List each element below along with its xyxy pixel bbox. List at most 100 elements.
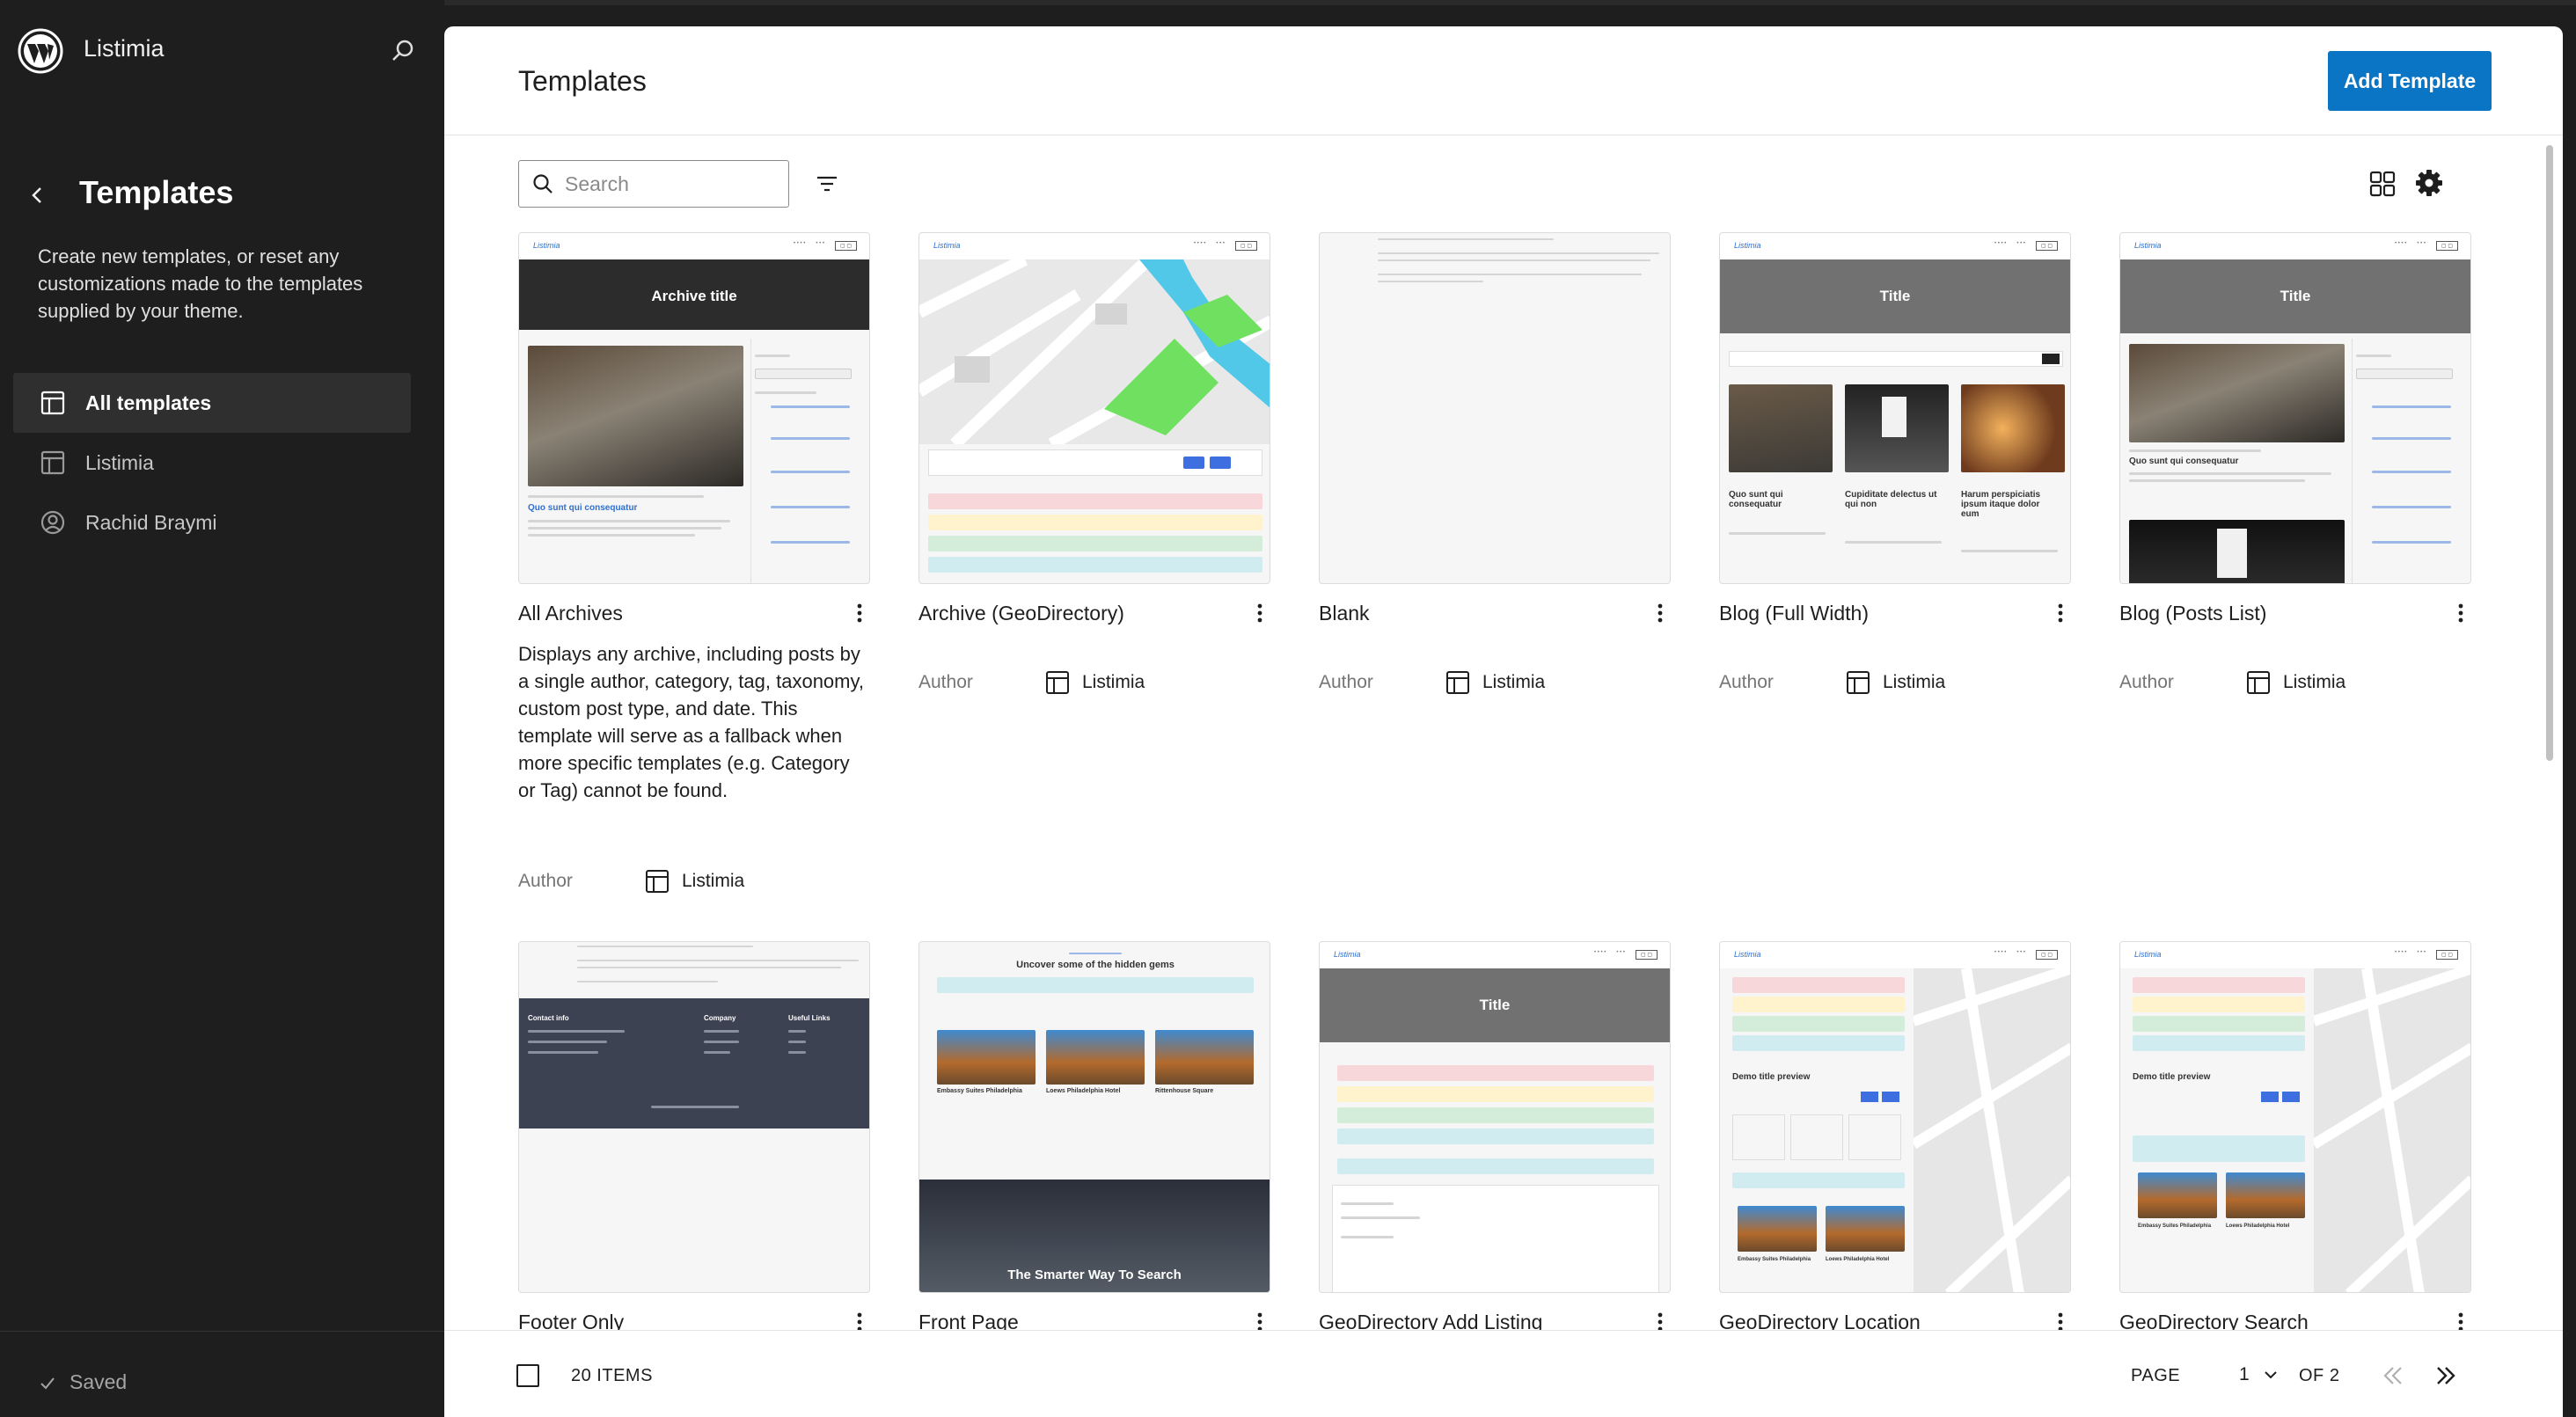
theme-name: Listimia (2283, 672, 2346, 692)
author-label: Author (1719, 672, 1774, 692)
author-label: Author (1319, 672, 1373, 692)
page-header: Templates Add Template (444, 26, 2563, 135)
user-circle-icon (40, 510, 65, 535)
site-name[interactable]: Listimia (84, 35, 165, 62)
author-theme: Listimia (2246, 670, 2345, 695)
preview-photo (528, 346, 743, 486)
author-label: Author (518, 871, 573, 891)
sidebar: Listimia Templates Create new templates,… (0, 0, 444, 1417)
pagination-bar: 20 ITEMS PAGE 1 OF 2 (444, 1330, 2563, 1417)
preview-nav: Listimia • • • • • • • ▢ ▢ (1720, 942, 2070, 968)
template-preview[interactable]: Contact info Company Useful Links (518, 941, 870, 1293)
preview-logo: Listimia (1334, 950, 1361, 959)
gear-icon[interactable] (2413, 167, 2445, 199)
preview-nav: Listimia • • • • • • • ▢ ▢ (1720, 233, 2070, 259)
sidebar-item-all-templates[interactable]: All templates (13, 373, 411, 433)
search-icon[interactable] (387, 35, 419, 67)
sidebar-item-rachid-braymi[interactable]: Rachid Braymi (13, 493, 411, 552)
theme-name: Listimia (1082, 672, 1145, 692)
layout-icon (1847, 671, 1870, 694)
template-preview[interactable]: Listimia • • • • • • • ▢ ▢ Title Quo sunt … (1719, 232, 2071, 584)
preview-logo: Listimia (2134, 950, 2162, 959)
theme-name: Listimia (1482, 672, 1546, 692)
layout-icon (40, 450, 65, 475)
template-title[interactable]: All Archives (518, 602, 623, 625)
filter-icon[interactable] (812, 169, 842, 199)
page-select[interactable]: 1 (2239, 1364, 2278, 1385)
select-all-checkbox[interactable] (516, 1364, 539, 1387)
grid-view-icon[interactable] (2367, 169, 2397, 199)
page-label: PAGE (2131, 1366, 2181, 1385)
author-label: Author (2119, 672, 2174, 692)
saved-status: Saved (38, 1370, 127, 1394)
map-preview (1914, 968, 2070, 1292)
template-preview[interactable]: Listimia • • • • • • • ▢ ▢ Demo title prev… (1719, 941, 2071, 1293)
preview-nav: Listimia • • • • • • • ▢ ▢ (1320, 942, 1670, 968)
preview-hero-title: Archive title (651, 288, 737, 304)
layout-icon (2247, 671, 2270, 694)
check-icon (40, 1377, 55, 1389)
template-preview[interactable]: Listimia • • • • • • • ▢ ▢ Archive title Q… (518, 232, 870, 584)
preview-nav: Listimia • • • • • • • ▢ ▢ (2120, 233, 2470, 259)
search-input[interactable] (565, 172, 776, 196)
template-preview[interactable] (1319, 232, 1671, 584)
sidebar-item-label: Listimia (85, 450, 154, 474)
author-theme: Listimia (1445, 670, 1545, 695)
wordpress-logo-icon[interactable] (18, 28, 63, 74)
layout-icon (1446, 671, 1469, 694)
sidebar-description: Create new templates, or reset any custo… (38, 245, 363, 322)
search-icon (533, 174, 553, 194)
preview-logo: Listimia (933, 241, 961, 250)
template-preview[interactable]: Uncover some of the hidden gems Embassy … (918, 941, 1270, 1293)
template-preview[interactable]: Listimia • • • • • • • ▢ ▢ Title (1319, 941, 1671, 1293)
preview-logo: Listimia (533, 241, 560, 250)
more-actions-icon[interactable] (1249, 600, 1270, 626)
preview-nav: Listimia • • • • • • • ▢ ▢ (519, 233, 869, 259)
items-count: 20 ITEMS (571, 1366, 653, 1385)
layout-icon (1046, 671, 1069, 694)
search-field[interactable] (518, 160, 789, 208)
chevron-left-icon[interactable] (25, 178, 51, 213)
template-preview[interactable]: Listimia • • • • • • • ▢ ▢ (918, 232, 1270, 584)
author-theme: Listimia (1045, 670, 1145, 695)
add-template-button[interactable]: Add Template (2328, 51, 2492, 111)
author-label: Author (918, 672, 973, 692)
template-title[interactable]: Blog (Full Width) (1719, 602, 1869, 625)
scrollbar-thumb[interactable] (2546, 145, 2553, 761)
more-actions-icon[interactable] (2450, 600, 2471, 626)
chevrons-left-icon[interactable] (2378, 1361, 2408, 1391)
sidebar-item-label: All templates (85, 391, 212, 414)
preview-logo: Listimia (1734, 950, 1761, 959)
sidebar-item-label: Rachid Braymi (85, 510, 217, 534)
more-actions-icon[interactable] (2050, 600, 2071, 626)
chevron-down-icon (2264, 1371, 2277, 1379)
template-preview[interactable]: Listimia • • • • • • • ▢ ▢ Title Quo sunt … (2119, 232, 2471, 584)
more-actions-icon[interactable] (1650, 600, 1671, 626)
more-actions-icon[interactable] (849, 600, 870, 626)
preview-post-title: Quo sunt qui consequatur (528, 503, 638, 513)
preview-nav: Listimia • • • • • • • ▢ ▢ (919, 233, 1270, 259)
template-description: Displays any archive, including posts by… (518, 643, 864, 801)
page-title: Templates (518, 65, 647, 97)
page-total: OF 2 (2299, 1366, 2340, 1385)
divider (0, 1331, 444, 1332)
preview-hero-title: Title (1479, 997, 1511, 1013)
saved-label: Saved (70, 1370, 128, 1393)
main-panel: Templates Add Template L (444, 26, 2563, 1417)
template-title[interactable]: Blank (1319, 602, 1370, 625)
author-theme: Listimia (1846, 670, 1945, 695)
author-theme: Listimia (645, 869, 744, 894)
layout-icon (40, 391, 65, 415)
template-preview[interactable]: Listimia • • • • • • • ▢ ▢ Demo title prev… (2119, 941, 2471, 1293)
preview-hero-title: Title (2280, 288, 2311, 304)
layout-icon (646, 870, 669, 893)
theme-name: Listimia (682, 871, 745, 891)
template-title[interactable]: Blog (Posts List) (2119, 602, 2266, 625)
preview-logo: Listimia (2134, 241, 2162, 250)
page-select-value: 1 (2239, 1364, 2250, 1384)
map-preview (2314, 968, 2470, 1292)
sidebar-item-listimia[interactable]: Listimia (13, 433, 411, 493)
chevrons-right-icon[interactable] (2431, 1361, 2461, 1391)
template-title[interactable]: Archive (GeoDirectory) (918, 602, 1124, 625)
map-preview (919, 259, 1270, 444)
